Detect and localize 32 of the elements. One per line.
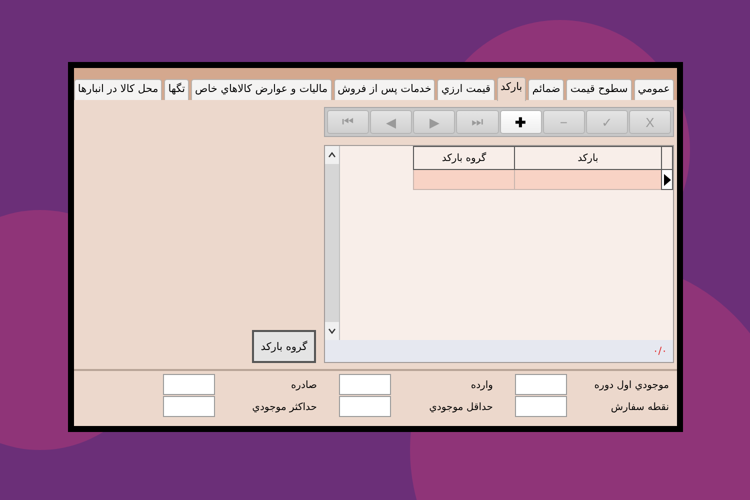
tab[interactable]: عمومي [634,79,674,100]
field-label: موجودي اول دوره [593,378,669,392]
tab[interactable]: سطوح قيمت [566,79,632,100]
scrollbar[interactable] [325,146,340,340]
toolbar-button[interactable]: ✚ [500,110,542,134]
tab[interactable]: ضمائم [528,79,564,100]
tab[interactable]: ماليات و عوارض کالاهاي خاص [191,79,332,100]
input-field[interactable] [515,374,567,395]
field-label: وارده [470,378,493,392]
field-label: صادره [290,378,317,392]
table-cell[interactable] [413,170,514,190]
tab[interactable]: خدمات پس از فروش [334,79,436,100]
tab[interactable]: تگها [164,79,189,100]
tab[interactable]: محل کالا در انبارها [74,79,162,100]
field-label: نقطه سفارش [610,400,669,414]
input-field[interactable] [515,396,567,417]
input-field[interactable] [163,374,215,395]
field-label: حداکثر موجودي [251,400,317,414]
table-cell[interactable] [514,170,661,190]
scroll-up-icon[interactable] [328,152,336,158]
column-header[interactable]: گروه بارکد [413,146,514,170]
input-field[interactable] [163,396,215,417]
record-counter: ٠/٠ [652,346,667,356]
column-header[interactable]: بارکد [514,146,661,170]
barcode-group-button[interactable]: گروه بارکد [252,330,316,363]
scroll-down-icon[interactable] [328,328,336,334]
tab[interactable]: قيمت ارزي [437,79,495,100]
header-corner-cell [661,146,673,170]
field-label: حداقل موجودي [428,400,493,414]
tab[interactable]: بارکد [496,77,526,101]
input-field[interactable] [339,396,391,417]
input-field[interactable] [339,374,391,395]
